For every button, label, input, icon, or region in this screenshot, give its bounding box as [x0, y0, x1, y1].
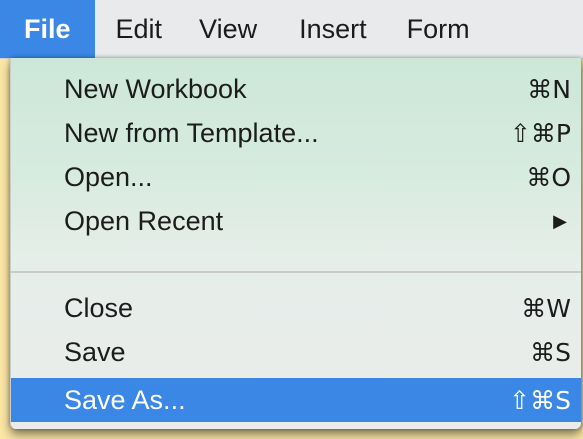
menu-format[interactable]: Form	[387, 0, 490, 58]
menu-item-label: Close	[64, 292, 134, 323]
menu-item-new-workbook[interactable]: New Workbook ⌘N	[11, 67, 581, 111]
shortcut-label: ⌘N	[527, 74, 571, 104]
menu-item-label: New Workbook	[64, 73, 247, 104]
menu-item-label: Save As...	[64, 384, 186, 415]
shortcut-label: ⌘W	[521, 293, 571, 323]
menu-insert[interactable]: Insert	[277, 0, 387, 58]
menu-separator	[11, 271, 581, 273]
menu-item-label: Open...	[64, 161, 153, 192]
menu-view[interactable]: View	[179, 0, 277, 58]
menu-item-open-recent[interactable]: Open Recent ▶	[11, 199, 581, 243]
shortcut-label: ⌘S	[530, 337, 571, 367]
menu-item-save-as[interactable]: Save As... ⇧⌘S	[11, 378, 581, 422]
file-menu-dropdown: New Workbook ⌘N New from Template... ⇧⌘P…	[10, 58, 581, 429]
shortcut-label: ⌘O	[526, 162, 571, 192]
menu-item-save[interactable]: Save ⌘S	[11, 330, 581, 374]
menu-item-label: Open Recent	[64, 205, 224, 236]
menu-edit[interactable]: Edit	[95, 0, 180, 58]
shortcut-label: ⇧⌘S	[509, 385, 571, 415]
menu-file[interactable]: File	[0, 0, 95, 58]
menu-bar: File Edit View Insert Form	[0, 0, 583, 59]
submenu-arrow-icon: ▶	[553, 210, 567, 232]
menu-item-label: New from Template...	[64, 117, 319, 148]
menu-item-new-from-template[interactable]: New from Template... ⇧⌘P	[11, 111, 581, 155]
menu-item-label: Save	[64, 336, 126, 367]
shortcut-label: ⇧⌘P	[509, 118, 571, 148]
menu-item-open[interactable]: Open... ⌘O	[11, 155, 581, 199]
menu-item-close[interactable]: Close ⌘W	[11, 286, 581, 330]
